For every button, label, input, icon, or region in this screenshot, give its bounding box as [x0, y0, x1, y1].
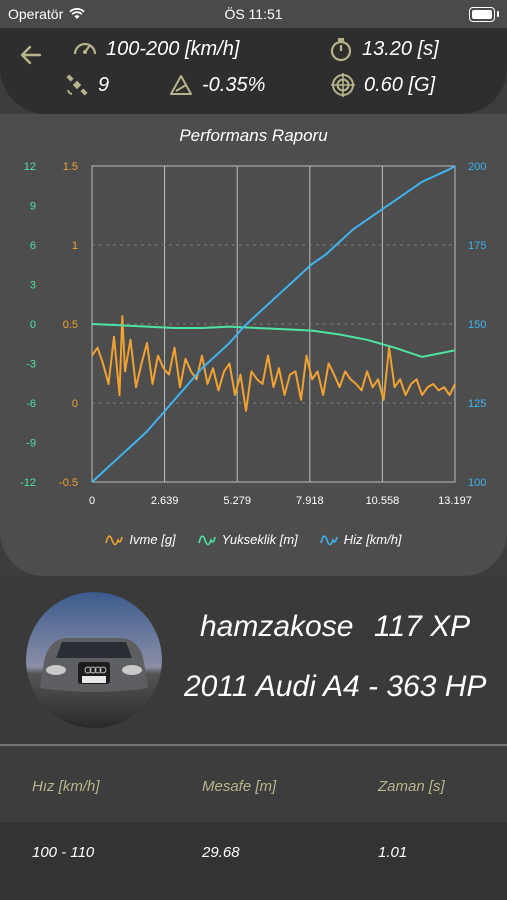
- splits-table-header: Hız [km/h] Mesafe [m] Zaman [s]: [0, 746, 507, 822]
- y-outer-tick-label: 9: [30, 201, 36, 213]
- run-summary-header: 100-200 [km/h] 13.20 [s] 9 -0.35% 0.60 […: [0, 28, 507, 114]
- car-photo-icon: [26, 592, 162, 728]
- legend-speed-label: Hiz [km/h]: [343, 532, 402, 547]
- speed-legend-icon: [319, 534, 338, 545]
- table-row[interactable]: 100 - 110 29.68 1.01: [0, 822, 507, 900]
- chart-legend: Ivme [g] Yukseklik [m] Hiz [km/h]: [0, 532, 507, 547]
- slope-stat: -0.35%: [168, 72, 265, 98]
- gforce-value: 0.60 [G]: [364, 73, 436, 96]
- satellite-icon: [66, 74, 88, 96]
- altitude-series-line: [91, 323, 456, 358]
- legend-accel: Ivme [g]: [105, 532, 176, 547]
- col-distance-header: Mesafe [m]: [202, 778, 277, 795]
- chart-title: Performans Raporu: [179, 126, 328, 145]
- y-inner-tick-label: -0.5: [59, 477, 78, 489]
- battery-icon: [469, 7, 499, 22]
- y-outer-tick-label: 6: [30, 240, 36, 252]
- col-speed-header: Hız [km/h]: [32, 778, 100, 795]
- accel-series-line: [91, 315, 456, 412]
- x-tick-label: 5.279: [223, 495, 251, 507]
- duration-value: 13.20 [s]: [362, 37, 439, 60]
- username: hamzakose: [200, 610, 354, 643]
- back-arrow-icon[interactable]: [18, 42, 44, 68]
- x-tick-label: 13.197: [438, 495, 472, 507]
- x-tick-label: 2.639: [151, 495, 179, 507]
- incline-icon: [170, 75, 192, 95]
- cell-speed: 100 - 110: [32, 844, 95, 861]
- satellites-stat: 9: [64, 72, 109, 98]
- y-right-tick-label: 125: [468, 398, 486, 410]
- altitude-legend-icon: [197, 534, 216, 545]
- speed-range-value: 100-200 [km/h]: [106, 37, 240, 60]
- y-right-tick-label: 150: [468, 319, 486, 331]
- legend-speed: Hiz [km/h]: [319, 532, 402, 547]
- y-right-tick-label: 100: [468, 477, 486, 489]
- car-description: 2011 Audi A4 - 363 HP: [184, 670, 487, 703]
- y-inner-tick-label: 1: [72, 240, 78, 252]
- performance-chart: 0 2.639 5.279 7.918 10.558 13.197 12 9 6 3 0 -3 -6 -9…: [20, 161, 486, 507]
- x-tick-label: 10.558: [366, 495, 400, 507]
- y-outer-tick-label: 0: [30, 319, 36, 331]
- y-outer-tick-label: -3: [26, 359, 36, 371]
- y-right-tick-label: 200: [468, 161, 486, 173]
- stopwatch-icon: [330, 38, 352, 62]
- y-outer-tick-label: -6: [26, 398, 36, 410]
- duration-stat: 13.20 [s]: [328, 36, 439, 62]
- slope-value: -0.35%: [202, 73, 266, 96]
- status-bar: Operatör ÖS 11:51: [0, 0, 507, 30]
- xp-value: 117 XP: [374, 610, 471, 643]
- accel-legend-icon: [105, 534, 124, 545]
- satellites-value: 9: [98, 73, 110, 96]
- legend-altitude: Yukseklik [m]: [197, 532, 298, 547]
- y-right-tick-label: 175: [468, 240, 486, 252]
- y-outer-tick-label: -9: [26, 438, 36, 450]
- performance-report-panel: Performans Raporu 0 2.639 5.279 7.918 10.558…: [0, 114, 507, 576]
- clock: ÖS 11:51: [224, 6, 283, 22]
- y-inner-tick-label: 0.5: [63, 319, 78, 331]
- speed-range-stat: 100-200 [km/h]: [72, 36, 239, 62]
- y-inner-tick-label: 0: [72, 398, 78, 410]
- col-time-header: Zaman [s]: [378, 778, 445, 795]
- legend-altitude-label: Yukseklik [m]: [221, 532, 298, 547]
- y-outer-tick-label: -12: [20, 477, 36, 489]
- car-avatar[interactable]: [26, 592, 162, 728]
- driver-profile: hamzakose 117 XP 2011 Audi A4 - 363 HP: [0, 576, 507, 744]
- y-outer-tick-label: 3: [30, 280, 36, 292]
- y-inner-tick-label: 1.5: [63, 161, 78, 173]
- gforce-stat: 0.60 [G]: [330, 72, 435, 98]
- target-icon: [331, 73, 355, 97]
- x-tick-label: 7.918: [296, 495, 324, 507]
- y-outer-tick-label: 12: [24, 161, 36, 173]
- x-tick-label: 0: [89, 495, 95, 507]
- cell-time: 1.01: [378, 844, 408, 861]
- cell-distance: 29.68: [202, 844, 240, 861]
- legend-accel-label: Ivme [g]: [129, 532, 176, 547]
- speedometer-icon: [73, 42, 97, 55]
